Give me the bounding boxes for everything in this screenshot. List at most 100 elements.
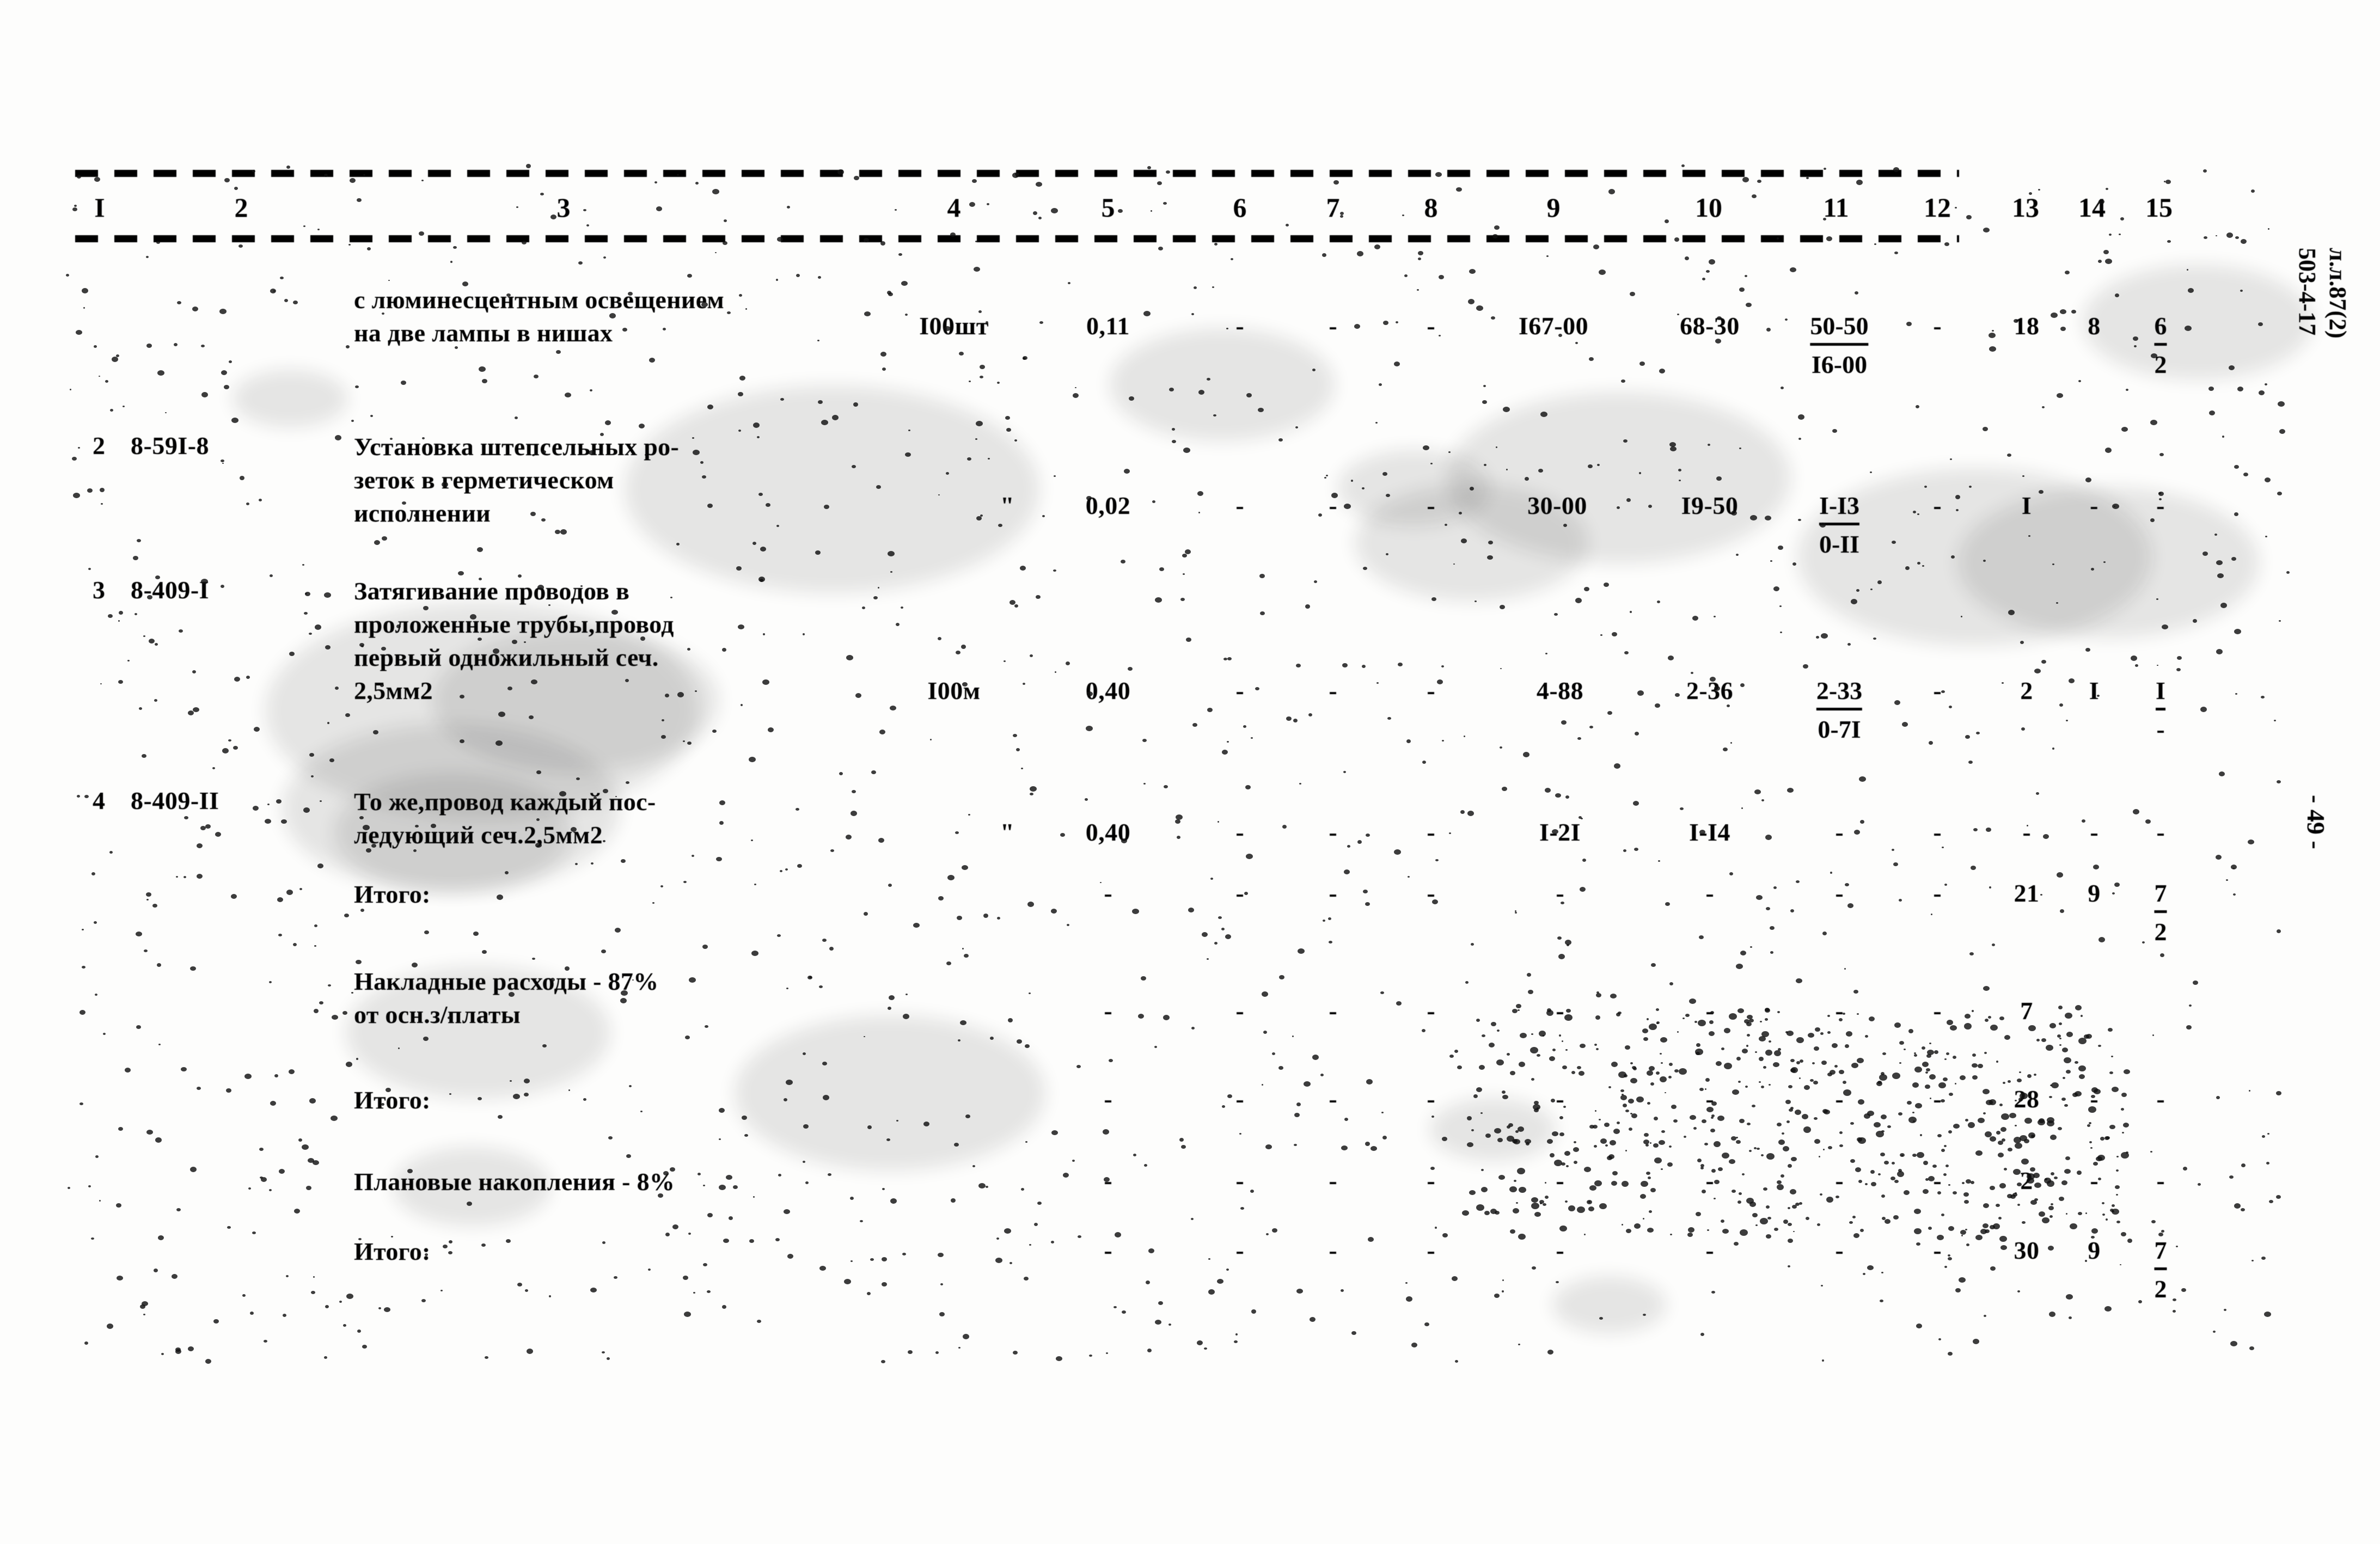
row-description: с люминесцентным освещением на две лампы… (354, 286, 725, 347)
row-cell-6: - (1235, 677, 1244, 704)
row-code: 8-409-II (131, 787, 219, 814)
column-header-13: 13 (2012, 192, 2039, 223)
column-header-15: 15 (2145, 192, 2173, 223)
summary-cell-14: - (2090, 1167, 2098, 1194)
summary-cell-10: - (1705, 997, 1714, 1025)
summary-cell-7: - (1329, 879, 1337, 907)
summary-cell-12: - (1933, 1085, 1942, 1113)
summary-cell-8: - (1427, 1236, 1435, 1264)
column-header-11: 11 (1823, 192, 1849, 223)
fraction-denominator: 2 (2154, 1275, 2167, 1303)
summary-cell-9: - (1556, 1085, 1564, 1113)
column-header-14: 14 (2078, 192, 2106, 223)
row-cell-15-fraction: 6 2 (2154, 310, 2167, 381)
summary-cell-6: - (1235, 1236, 1244, 1264)
summary-cell-6: - (1235, 1167, 1244, 1194)
row-cell-14: - (2090, 818, 2098, 846)
row-cell-9: 30-00 (1527, 492, 1587, 519)
row-cell-6: - (1235, 492, 1244, 519)
column-header-7: 7 (1326, 192, 1340, 223)
row-cell-7: - (1329, 492, 1337, 519)
row-number: 2 (93, 432, 106, 459)
column-header-1: I (94, 192, 105, 223)
row-cell-10: I-I4 (1688, 818, 1731, 846)
summary-cell-7: - (1329, 997, 1337, 1025)
margin-stamp-document-code: 503-4-17 (2294, 248, 2321, 336)
row-code: 8-409-I (131, 576, 210, 604)
summary-cell-14: 9 (2088, 879, 2101, 907)
summary-cell-7: - (1329, 1085, 1337, 1113)
summary-label: Итого: (354, 880, 431, 908)
summary-cell-6: - (1235, 879, 1244, 907)
summary-cell-5: - (1104, 997, 1112, 1025)
row-cell-9: I67-00 (1518, 312, 1589, 340)
column-header-9: 9 (1546, 192, 1561, 223)
table-header-bottom-rule (75, 235, 1959, 242)
row-qty: 0,40 (1085, 677, 1131, 704)
row-cell-15: - (2156, 818, 2165, 846)
fraction-numerator: 50-50 (1810, 310, 1869, 346)
row-cell-7: - (1329, 818, 1337, 846)
margin-stamp-sheet-ref: л.л.87(2) (2324, 248, 2351, 339)
row-cell-8: - (1427, 312, 1435, 340)
row-description: Затягивание проводов в проложенные трубы… (354, 577, 674, 704)
column-header-4: 4 (947, 192, 961, 223)
summary-cell-12: - (1933, 997, 1942, 1025)
summary-cell-8: - (1427, 1167, 1435, 1194)
summary-label: Итого: (354, 1086, 431, 1114)
row-qty: 0,11 (1086, 312, 1130, 340)
column-header-8: 8 (1424, 192, 1438, 223)
summary-cell-10: - (1705, 1236, 1714, 1264)
summary-cell-12: - (1933, 1236, 1942, 1264)
row-cell-14: - (2090, 492, 2098, 519)
row-cell-6: - (1235, 818, 1244, 846)
summary-cell-13: 2 (2020, 1167, 2033, 1194)
summary-cell-9: - (1556, 879, 1564, 907)
row-number: 3 (93, 576, 106, 604)
row-unit: " (1000, 818, 1015, 846)
row-unit: I00шт (919, 312, 989, 340)
fraction-denominator: 0-7I (1818, 715, 1861, 743)
column-header-10: 10 (1695, 192, 1722, 223)
fraction-denominator: I6-00 (1811, 351, 1868, 378)
row-unit: " (1000, 492, 1015, 519)
summary-cell-10: - (1705, 879, 1714, 907)
summary-cell-12: - (1933, 1167, 1942, 1194)
summary-cell-5: - (1104, 1085, 1112, 1113)
summary-cell-11: - (1835, 1167, 1844, 1194)
summary-label: Итого: (354, 1237, 431, 1265)
row-cell-7: - (1329, 312, 1337, 340)
summary-cell-9: - (1556, 1167, 1564, 1194)
summary-cell-15-fraction: 7 2 (2154, 878, 2167, 948)
row-cell-8: - (1427, 677, 1435, 704)
summary-cell-8: - (1427, 997, 1435, 1025)
summary-cell-12: - (1933, 879, 1942, 907)
summary-cell-13: 28 (2014, 1085, 2040, 1113)
row-cell-11-fraction: 2-33 0-7I (1816, 675, 1863, 745)
row-cell-14: 8 (2088, 312, 2101, 340)
column-header-12: 12 (1924, 192, 1951, 223)
fraction-numerator: I-I3 (1819, 490, 1860, 525)
row-cell-11: - (1835, 818, 1844, 846)
column-header-6: 6 (1233, 192, 1247, 223)
summary-cell-9: - (1556, 997, 1564, 1025)
row-cell-10: 68-30 (1680, 312, 1740, 340)
row-cell-15: - (2156, 492, 2165, 519)
fraction-denominator: 0-II (1819, 530, 1860, 558)
summary-cell-14: - (2090, 1085, 2098, 1113)
row-cell-13: - (2022, 818, 2031, 846)
row-cell-13: I (2021, 492, 2032, 519)
row-cell-12: - (1933, 818, 1942, 846)
fraction-numerator: 7 (2154, 878, 2167, 913)
page-number: - 49 - (2302, 795, 2330, 849)
row-unit: I00м (927, 677, 981, 704)
summary-cell-7: - (1329, 1236, 1337, 1264)
row-cell-8: - (1427, 818, 1435, 846)
summary-cell-15-fraction: 7 2 (2154, 1235, 2167, 1305)
column-header-5: 5 (1101, 192, 1115, 223)
row-cell-14: I (2089, 677, 2100, 704)
row-cell-12: - (1933, 677, 1942, 704)
summary-label: Плановые накопления - 8% (354, 1168, 675, 1196)
row-cell-11-fraction: I-I3 0-II (1819, 490, 1860, 560)
summary-cell-13: 30 (2014, 1236, 2040, 1264)
